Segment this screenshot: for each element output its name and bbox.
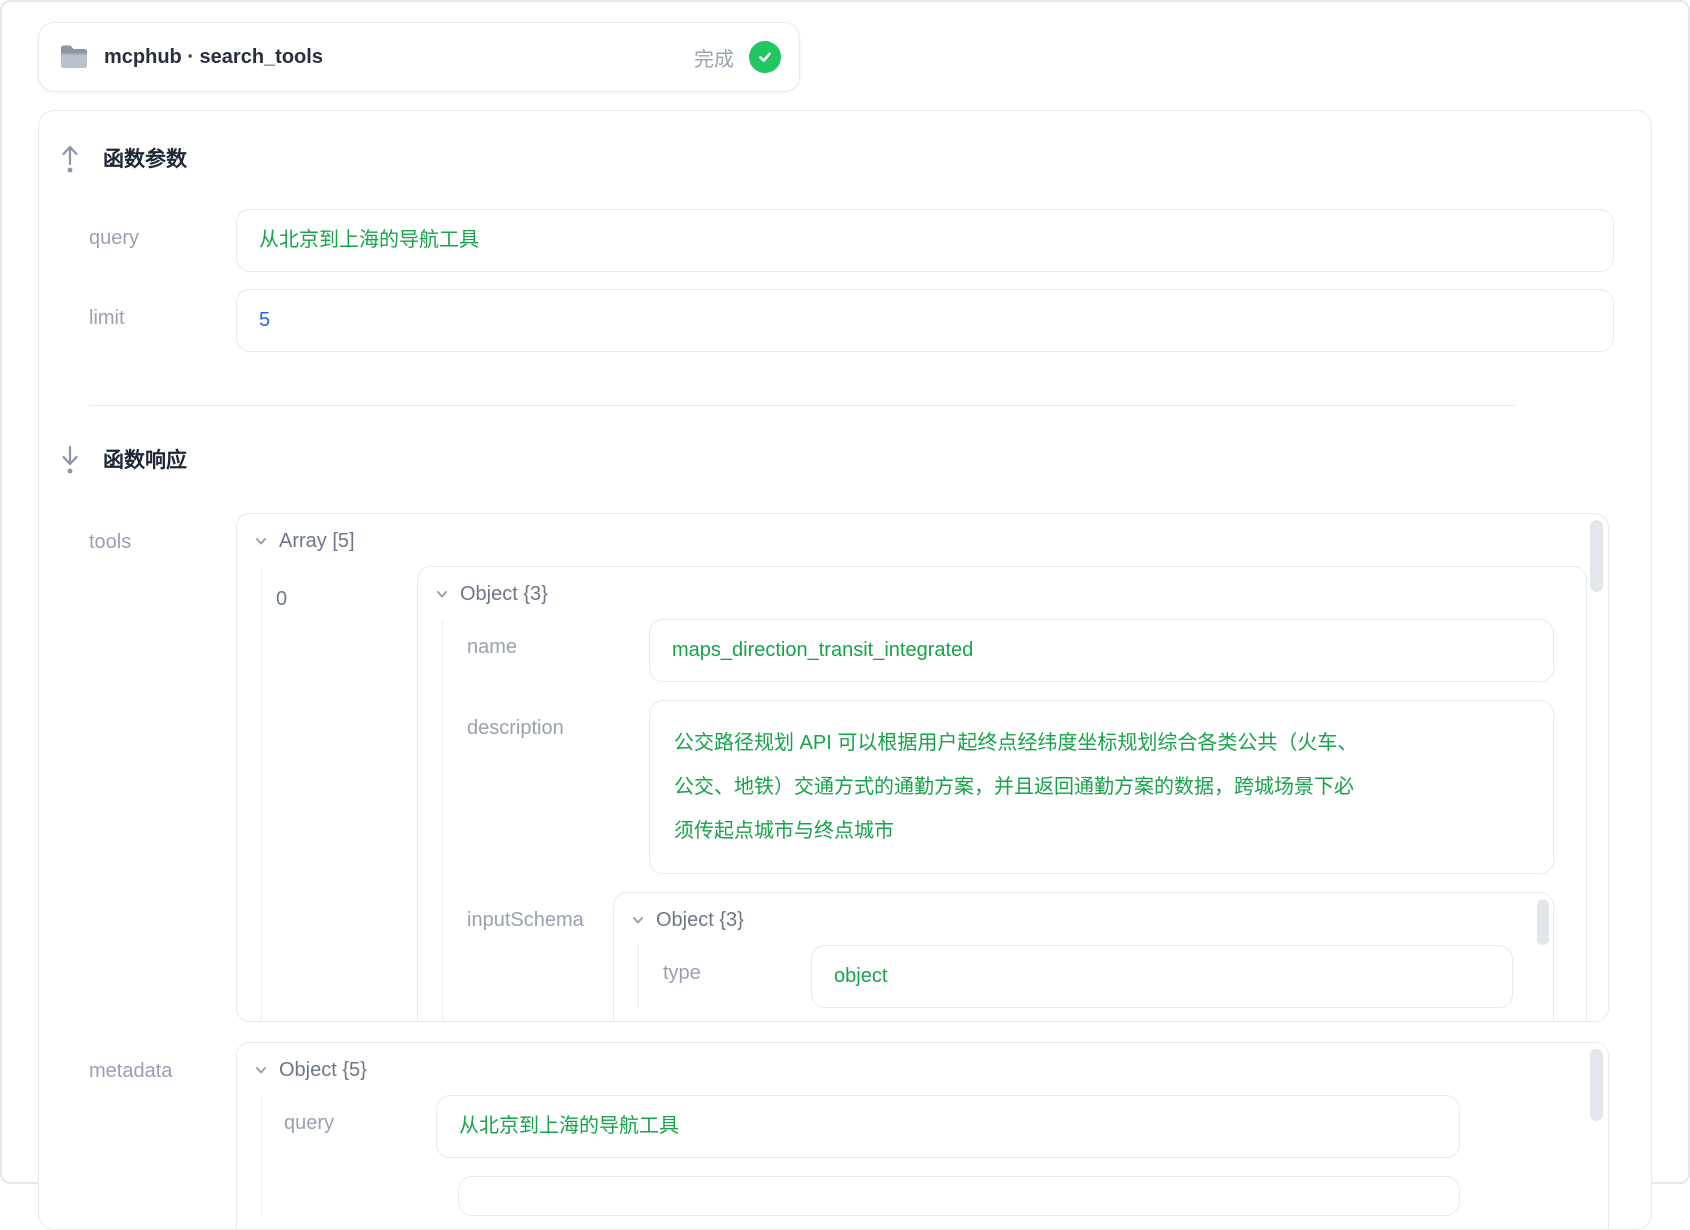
description-line: 公交路径规划 API 可以根据用户起终点经纬度坐标规划综合各类公共（火车、 [674,721,1529,765]
tool-0-object-node[interactable]: Object {3} [434,581,1566,607]
tool-0-object-header: Object {3} [460,583,548,606]
input-schema-object-node[interactable]: Object {3} [630,907,1537,933]
tool-0-children: name maps_direction_transit_integrated d… [442,619,1566,1022]
chevron-down-icon[interactable] [253,1062,269,1078]
tool-call-header[interactable]: mcphub · search_tools 完成 [38,22,800,92]
query-label: query [89,209,236,250]
query-field[interactable]: 从北京到上海的导航工具 [236,209,1614,272]
tools-array-header: Array [5] [279,530,355,553]
description-value-field[interactable]: 公交路径规划 API 可以根据用户起终点经纬度坐标规划综合各类公共（火车、 公交… [649,700,1554,874]
response-form: tools Array [5] 0 [89,513,1651,1230]
limit-label: limit [89,289,236,330]
limit-field[interactable]: 5 [236,289,1614,352]
description-label: description [467,700,649,740]
tools-json-viewer: Array [5] 0 Object {3} [236,513,1609,1022]
tool-0-object: Object {3} name maps_direction_transit_i… [417,566,1587,1022]
input-schema-json-viewer: Object {3} type object [613,892,1554,1022]
type-label: type [663,945,811,985]
tool-call-viewer: { "header": { "tool_name": "mcphub · sea… [0,0,1690,1184]
folder-icon [59,44,89,70]
row-description: description 公交路径规划 API 可以根据用户起终点经纬度坐标规划综… [467,700,1566,874]
metadata-object-header: Object {5} [279,1059,367,1082]
response-section-header: 函数响应 [58,446,1651,472]
description-line: 须传起点城市与终点城市 [674,809,1529,853]
row-name: name maps_direction_transit_integrated [467,619,1566,682]
arrow-up-from-dot-icon [58,143,82,173]
row-type: type object [663,945,1537,1008]
tool-name: mcphub · search_tools [104,46,323,69]
row-metadata-query: query 从北京到上海的导航工具 [284,1095,1608,1158]
metadata-next-field-cutoff [458,1176,1460,1216]
params-section-header: 函数参数 [58,145,1651,171]
check-circle-icon [749,41,781,73]
metadata-json-viewer: Object {5} query 从北京到上海的导航工具 [236,1042,1609,1230]
row-input-schema: inputSchema Object {3} [467,892,1566,1022]
metadata-object-node[interactable]: Object {5} [253,1057,1608,1083]
status-text: 完成 [694,43,734,72]
param-row-limit: limit 5 [89,289,1651,352]
section-divider [89,405,1515,406]
tools-array-children: 0 Object {3} name [261,566,1608,1022]
tools-item-0: 0 Object {3} name [276,566,1608,1022]
response-section-title: 函数响应 [103,444,187,474]
input-schema-children: type object [638,945,1537,1008]
param-row-query: query 从北京到上海的导航工具 [89,209,1651,272]
metadata-scrollbar[interactable] [1590,1049,1603,1121]
tools-array-node[interactable]: Array [5] [253,528,1608,554]
type-value-field[interactable]: object [811,945,1513,1008]
metadata-children: query 从北京到上海的导航工具 [261,1095,1608,1216]
metadata-label: metadata [89,1042,236,1083]
tools-scrollbar[interactable] [1590,520,1603,592]
chevron-down-icon[interactable] [434,586,450,602]
name-label: name [467,619,649,659]
chevron-down-icon[interactable] [630,912,646,928]
chevron-down-icon[interactable] [253,533,269,549]
name-value-field[interactable]: maps_direction_transit_integrated [649,619,1554,682]
input-schema-scrollbar[interactable] [1537,899,1549,945]
item-index: 0 [276,566,417,611]
description-line: 公交、地铁）交通方式的通勤方案，并且返回通勤方案的数据，跨城场景下必 [674,765,1529,809]
response-row-tools: tools Array [5] 0 [89,513,1651,1022]
params-form: query 从北京到上海的导航工具 limit 5 [89,209,1651,352]
params-section-title: 函数参数 [103,143,187,173]
input-schema-label: inputSchema [467,892,613,932]
metadata-query-field[interactable]: 从北京到上海的导航工具 [436,1095,1460,1158]
tools-label: tools [89,513,236,554]
tool-call-detail-card: 函数参数 query 从北京到上海的导航工具 limit 5 函数响应 tool… [38,110,1652,1230]
response-row-metadata: metadata Object {5} query 从北京到上海的导航工具 [89,1042,1651,1230]
metadata-query-label: query [284,1095,436,1135]
arrow-down-to-dot-icon [58,444,82,474]
input-schema-object-header: Object {3} [656,909,744,932]
